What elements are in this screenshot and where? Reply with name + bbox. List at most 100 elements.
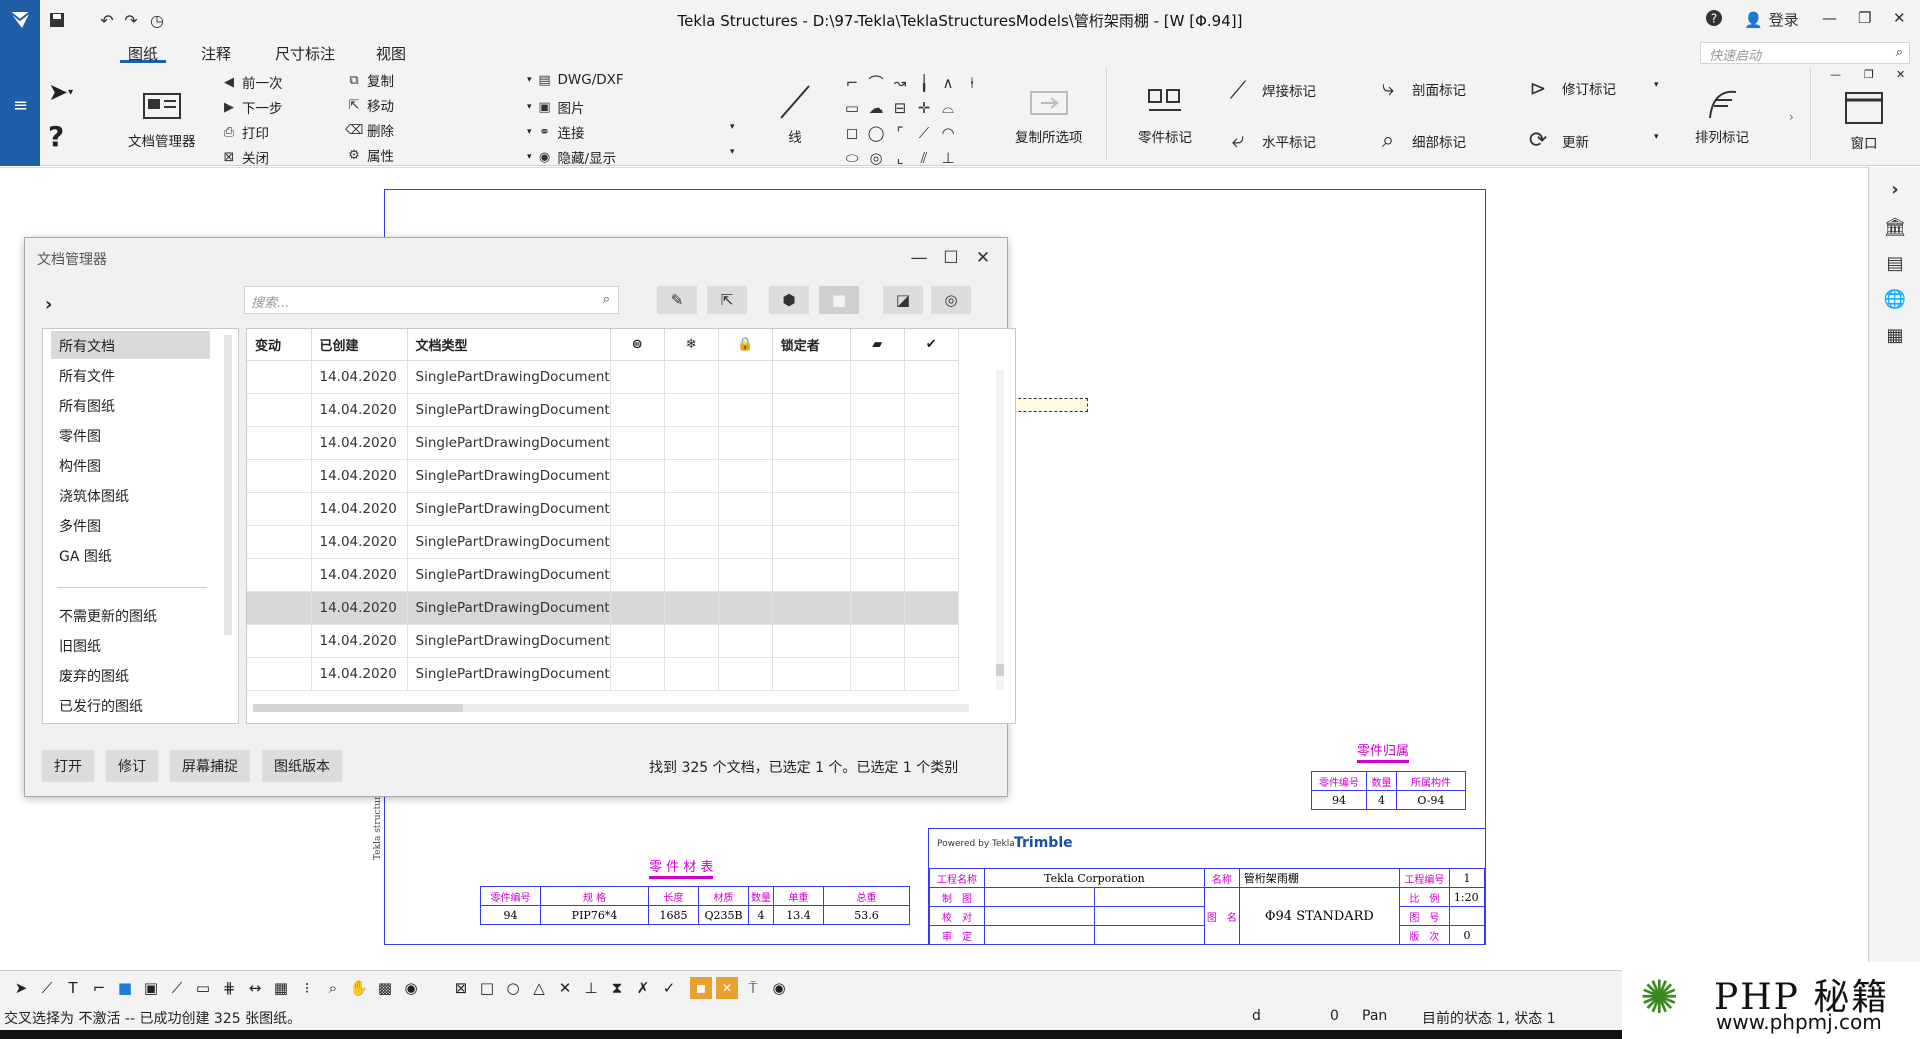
table-row[interactable]: 14.04.2020 SinglePartDrawingDocument <box>247 360 959 394</box>
snap-circle-icon[interactable]: ○ <box>502 977 524 999</box>
print-button[interactable]: ⎙ 打印 <box>220 122 269 143</box>
copy-options-button[interactable]: 复制所选项 <box>1015 78 1083 146</box>
dwg-dxf-button[interactable]: ▾ ▤ DWG/DXF <box>527 72 624 88</box>
table-row[interactable]: 14.04.2020 SinglePartDrawingDocument <box>247 624 959 658</box>
tab-annotation[interactable]: 注释 <box>193 43 239 63</box>
table-row[interactable]: 14.04.2020 SinglePartDrawingDocument <box>247 657 959 691</box>
login-button[interactable]: 👤 登录 <box>1744 9 1799 30</box>
catalog-icon[interactable]: 🏛 <box>1883 215 1907 239</box>
frame-icon[interactable]: ▣ <box>140 977 162 999</box>
table-row[interactable]: 14.04.2020 SinglePartDrawingDocument <box>247 525 959 559</box>
arc3-icon[interactable]: ◠ <box>936 120 960 145</box>
menu-icon[interactable]: ≡ <box>13 95 28 116</box>
revision-dropdown[interactable]: ▾ <box>1654 80 1659 90</box>
category-all-documents[interactable]: 所有文档 <box>51 331 210 359</box>
minimize-button[interactable]: — <box>1822 9 1837 27</box>
weld-snap-icon[interactable]: ⟋ <box>166 977 188 999</box>
category-multi[interactable]: 多件图 <box>51 511 210 539</box>
hand-icon[interactable]: ✋ <box>348 977 370 999</box>
line-button[interactable]: 线 <box>775 78 815 146</box>
dimension-icon[interactable]: ↔ <box>244 977 266 999</box>
table-row[interactable]: 14.04.2020 SinglePartDrawingDocument <box>247 393 959 427</box>
save-icon[interactable] <box>46 9 68 31</box>
snap-active-icon[interactable]: ◼ <box>690 977 712 999</box>
category-obsolete[interactable]: 废弃的图纸 <box>51 661 210 689</box>
help-tool-icon[interactable]: ? <box>48 120 64 153</box>
angle-icon[interactable]: ∧ <box>936 70 960 95</box>
dots-icon[interactable]: ⁝ <box>296 977 318 999</box>
next-button[interactable]: ▶ 下一步 <box>220 97 283 118</box>
text-icon[interactable]: T <box>62 977 84 999</box>
column-change[interactable]: 变动 <box>247 329 312 361</box>
hide-show-button[interactable]: ▾ ◉ 隐藏/显示 <box>527 147 616 168</box>
close-drawing-button[interactable]: ⊠ 关闭 <box>220 147 269 168</box>
disabled-tool-button[interactable]: ■ <box>819 286 859 314</box>
arrange-marks-button[interactable]: 排列标记 <box>1695 78 1749 146</box>
help-icon[interactable]: ? <box>1705 9 1723 27</box>
column-linked[interactable]: ⊜ <box>610 329 665 361</box>
table-row[interactable]: 14.04.2020 SinglePartDrawingDocument <box>247 459 959 493</box>
ribbon-close-icon[interactable]: ✕ <box>1896 68 1905 81</box>
snap-eye-icon[interactable]: ◉ <box>768 977 790 999</box>
snap-perpendicular-icon[interactable]: ⊥ <box>580 977 602 999</box>
quick-launch-input[interactable]: 快速启动 ⌕ <box>1700 42 1910 64</box>
restore-button[interactable]: ❐ <box>1858 9 1871 27</box>
corner-icon[interactable]: ⌜ <box>888 120 912 145</box>
snap-x2-icon[interactable]: ✗ <box>632 977 654 999</box>
previous-button[interactable]: ◀ 前一次 <box>220 72 283 93</box>
window-button[interactable]: 窗口 <box>1844 84 1884 152</box>
pointer-icon[interactable]: ➤ <box>10 977 32 999</box>
revise-button[interactable]: 修订 <box>106 750 158 782</box>
hatch-icon[interactable]: ⊟ <box>888 95 912 120</box>
document-manager-button[interactable]: 文档管理器 <box>128 82 196 150</box>
update-dropdown[interactable]: ▾ <box>1654 132 1659 142</box>
snap-square-icon[interactable]: □ <box>476 977 498 999</box>
snapshot-button[interactable]: 屏幕捕捉 <box>170 750 250 782</box>
table-row[interactable]: 14.04.2020 SinglePartDrawingDocument <box>247 426 959 460</box>
line-snap-icon[interactable]: ⟋ <box>36 977 58 999</box>
tab-view[interactable]: 视图 <box>368 43 414 63</box>
arc-icon[interactable]: ⌒ <box>864 70 888 95</box>
delete-button[interactable]: ⌫ 删除 <box>345 120 394 141</box>
select-in-model-button[interactable]: ⇱ <box>707 286 747 314</box>
category-all-drawings[interactable]: 所有图纸 <box>51 391 210 419</box>
column-frozen[interactable]: ❄ <box>664 329 719 361</box>
globe-icon[interactable]: 🌐 <box>1883 287 1907 311</box>
edit-document-button[interactable]: ✎ <box>657 286 697 314</box>
mark-icon[interactable]: ⌐ <box>88 977 110 999</box>
drawing-version-button[interactable]: 图纸版本 <box>262 750 342 782</box>
copy-button[interactable]: ⧉ 复制 <box>345 70 394 91</box>
category-up-to-date[interactable]: 不需更新的图纸 <box>51 601 210 629</box>
snap-x-icon[interactable]: ✕ <box>554 977 576 999</box>
open-button[interactable]: 打开 <box>42 750 94 782</box>
detail-mark-button[interactable]: ⌕ 细部标记 <box>1368 128 1466 153</box>
dialog-close-button[interactable]: ✕ <box>971 246 995 270</box>
chevron-right-icon[interactable]: › <box>1883 177 1907 201</box>
level-mark-button[interactable]: ⤶ 水平标记 <box>1218 128 1316 153</box>
column-locked-by[interactable]: 锁定者 <box>772 329 851 361</box>
insert-more-dropdown-2[interactable]: ▾ <box>730 147 735 157</box>
dialog-maximize-button[interactable]: ☐ <box>939 246 963 270</box>
cloud-icon[interactable]: ☁ <box>864 95 888 120</box>
category-old[interactable]: 旧图纸 <box>51 631 210 659</box>
column-created[interactable]: 已创建 <box>311 329 408 361</box>
close-button[interactable]: ✕ <box>1893 9 1906 27</box>
category-single-part[interactable]: 零件图 <box>51 421 210 449</box>
table-row-selected[interactable]: 14.04.2020 SinglePartDrawingDocument <box>247 591 959 625</box>
settings-button[interactable]: ◎ <box>931 286 971 314</box>
column-issued[interactable]: ▰ <box>850 329 905 361</box>
zoom-icon[interactable]: ⌕ <box>322 977 344 999</box>
arc2-icon[interactable]: ⌓ <box>936 95 960 120</box>
tab-dimensioning[interactable]: 尺寸标注 <box>267 43 343 63</box>
curve-icon[interactable]: ↝ <box>888 70 912 95</box>
publish-button[interactable]: ◪ <box>883 286 923 314</box>
category-scrollbar[interactable] <box>224 335 232 635</box>
crosshair-icon[interactable]: ✛ <box>912 95 936 120</box>
checker-icon[interactable]: ▩ <box>374 977 396 999</box>
grid-icon[interactable]: ⋕ <box>218 977 240 999</box>
ribbon-minimize-icon[interactable]: — <box>1830 68 1841 81</box>
expand-panel-chevron-icon[interactable]: › <box>45 294 52 315</box>
snap-marker-icon[interactable]: ⍑ <box>742 977 764 999</box>
rectangle-icon[interactable]: ▭ <box>840 95 864 120</box>
table-row[interactable]: 14.04.2020 SinglePartDrawingDocument <box>247 558 959 592</box>
